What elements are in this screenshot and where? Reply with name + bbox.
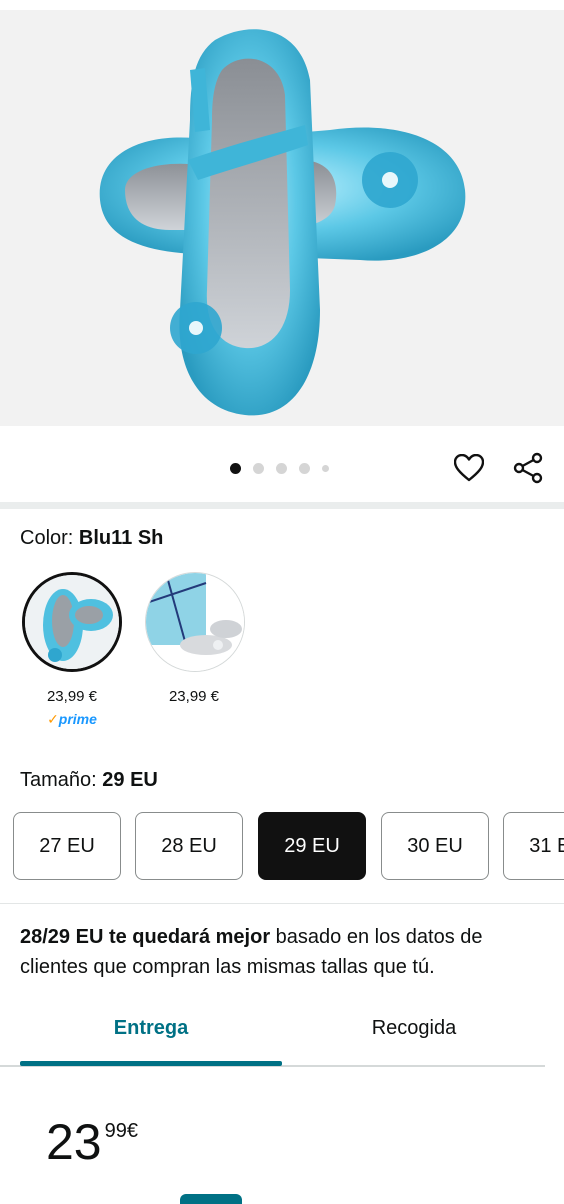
swatch-price: 23,99 € [168, 688, 220, 705]
size-option[interactable]: 30 EU [381, 812, 489, 880]
size-option[interactable]: 31 EU [503, 812, 564, 880]
carousel-dot[interactable] [230, 463, 241, 474]
prime-label: prime [58, 711, 97, 727]
color-swatch-blue[interactable] [22, 572, 122, 672]
swatch-price: 23,99 € [46, 688, 98, 705]
prime-badge: ✓prime [17, 711, 127, 728]
divider [0, 903, 564, 904]
tab-entrega[interactable]: Entrega [20, 1017, 282, 1040]
color-label-text: Color: [20, 527, 74, 549]
size-label: Tamaño: 29 EU [20, 769, 158, 792]
image-controls [0, 426, 564, 502]
size-option[interactable]: 28 EU [135, 812, 243, 880]
size-label-text: Tamaño: [20, 769, 97, 791]
heart-icon[interactable] [451, 450, 487, 486]
prime-check-icon: ✓ [47, 711, 59, 727]
section-divider [0, 502, 564, 509]
price: 23 99€ [46, 1112, 138, 1172]
tab-active-indicator [20, 1061, 282, 1066]
carousel-dot[interactable] [276, 463, 287, 474]
size-recommendation: 28/29 EU te quedará mejor basado en los … [20, 922, 540, 982]
price-whole: 23 [46, 1114, 102, 1170]
size-option[interactable]: 27 EU [13, 812, 121, 880]
color-label: Color: Blu11 Sh [20, 527, 163, 550]
share-icon[interactable] [510, 450, 546, 486]
color-value: Blu11 Sh [78, 527, 164, 549]
size-options: 27 EU 28 EU 29 EU 30 EU 31 EU [13, 812, 564, 880]
price-fraction: 99 [104, 1120, 127, 1142]
color-swatch-silver[interactable] [145, 572, 245, 672]
size-recommendation-bold: 28/29 EU te quedará mejor [20, 926, 271, 948]
carousel-dots [230, 463, 329, 474]
price-currency: € [126, 1120, 138, 1142]
carousel-dot[interactable] [322, 465, 329, 472]
tab-recogida[interactable]: Recogida [283, 1017, 545, 1040]
size-value: 29 EU [102, 769, 158, 791]
size-option-selected[interactable]: 29 EU [258, 812, 366, 880]
partial-button[interactable] [180, 1194, 242, 1204]
carousel-dot[interactable] [299, 463, 310, 474]
product-image[interactable] [0, 10, 564, 426]
carousel-dot[interactable] [253, 463, 264, 474]
